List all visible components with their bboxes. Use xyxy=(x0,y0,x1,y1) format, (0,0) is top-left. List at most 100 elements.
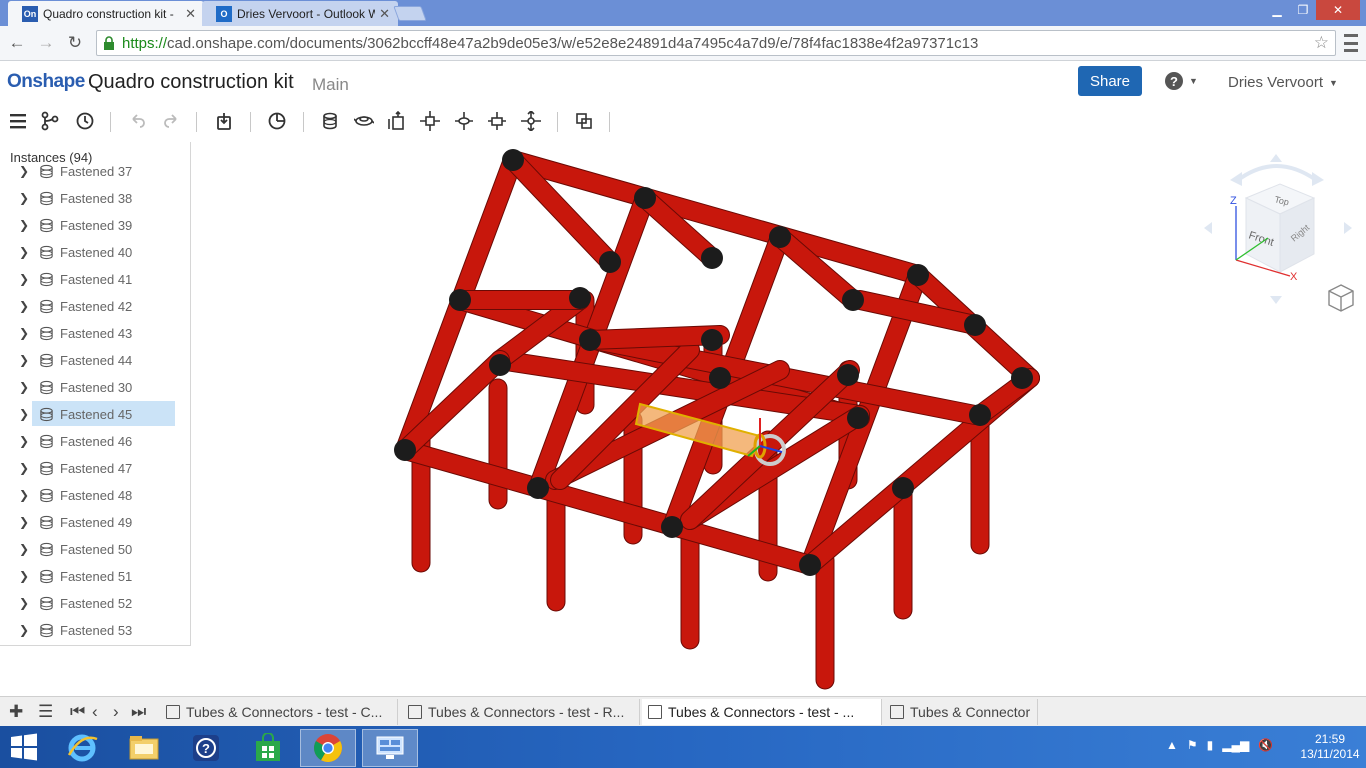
help-menu[interactable]: ? ▼ xyxy=(1165,72,1198,90)
windows-store-icon[interactable] xyxy=(240,729,296,767)
chevron-right-icon[interactable]: ❯ xyxy=(19,569,29,583)
chevron-right-icon[interactable]: ❯ xyxy=(19,542,29,556)
tab-list-icon[interactable]: ☰ xyxy=(38,702,53,722)
history-icon[interactable] xyxy=(73,109,97,133)
chevron-right-icon[interactable]: ❯ xyxy=(19,515,29,529)
planar-mate-icon[interactable] xyxy=(418,109,442,133)
redo-icon[interactable] xyxy=(159,109,183,133)
instance-item[interactable]: ❯ Fastened 46 xyxy=(0,428,190,455)
instance-item[interactable]: ❯ Fastened 47 xyxy=(0,455,190,482)
chevron-right-icon[interactable]: ❯ xyxy=(19,461,29,475)
last-tab-icon[interactable]: ⏭ xyxy=(131,702,146,722)
connector[interactable] xyxy=(489,354,511,376)
close-tab-icon[interactable]: ✕ xyxy=(185,6,196,22)
forward-icon[interactable]: → xyxy=(36,33,56,53)
instance-item[interactable]: ❯ Fastened 42 xyxy=(0,293,190,320)
instance-item[interactable]: ❯ Fastened 49 xyxy=(0,509,190,536)
connector[interactable] xyxy=(709,367,731,389)
view-home-cube-icon[interactable] xyxy=(1326,282,1356,314)
url-input[interactable]: https://cad.onshape.com/documents/3062bc… xyxy=(96,30,1336,56)
instance-item[interactable]: ❯ Fastened 51 xyxy=(0,563,190,590)
connector[interactable] xyxy=(599,251,621,273)
chevron-right-icon[interactable]: ❯ xyxy=(19,299,29,313)
revolute-mate-icon[interactable] xyxy=(352,109,376,133)
feature-tree-icon[interactable] xyxy=(38,109,62,133)
help-support-icon[interactable]: ? xyxy=(178,729,234,767)
fastened-mate-icon[interactable] xyxy=(318,109,342,133)
chevron-right-icon[interactable]: ❯ xyxy=(19,272,29,286)
internet-explorer-icon[interactable] xyxy=(54,729,110,767)
windows-start-icon[interactable] xyxy=(8,732,40,762)
first-tab-icon[interactable]: ⏮ xyxy=(70,702,85,722)
chevron-right-icon[interactable]: ❯ xyxy=(19,407,29,421)
chevron-right-icon[interactable]: ❯ xyxy=(19,488,29,502)
onshape-logo[interactable]: Onshape xyxy=(7,71,85,93)
device-icon[interactable]: ▮ xyxy=(1207,738,1214,752)
instance-item[interactable]: ❯ Fastened 37 xyxy=(0,158,190,185)
connector[interactable] xyxy=(634,187,656,209)
bookmark-star-icon[interactable]: ☆ xyxy=(1314,33,1329,53)
pin-slot-mate-icon[interactable] xyxy=(485,109,509,133)
show-hidden-icons-icon[interactable]: ▲ xyxy=(1166,738,1178,752)
instance-item[interactable]: ❯ Fastened 43 xyxy=(0,320,190,347)
chevron-right-icon[interactable]: ❯ xyxy=(19,596,29,610)
instance-item[interactable]: ❯ Fastened 45 xyxy=(0,401,190,428)
connector[interactable] xyxy=(799,554,821,576)
connector[interactable] xyxy=(394,439,416,461)
connector[interactable] xyxy=(969,404,991,426)
doc-tab-2[interactable]: Tubes & Connectors - test - R... xyxy=(402,699,640,725)
connector[interactable] xyxy=(701,247,723,269)
connector[interactable] xyxy=(837,364,859,386)
chrome-taskbar-icon[interactable] xyxy=(300,729,356,767)
connector[interactable] xyxy=(449,289,471,311)
explode-icon[interactable] xyxy=(572,109,596,133)
instance-item[interactable]: ❯ Fastened 40 xyxy=(0,239,190,266)
cylindrical-mate-icon[interactable] xyxy=(452,109,476,133)
doc-tab-3[interactable]: Tubes & Connectors - test - ... xyxy=(642,699,882,725)
connector[interactable] xyxy=(579,329,601,351)
remote-desktop-icon[interactable] xyxy=(362,729,418,767)
chevron-right-icon[interactable]: ❯ xyxy=(19,353,29,367)
file-explorer-icon[interactable] xyxy=(116,729,172,767)
connector[interactable] xyxy=(527,477,549,499)
document-branch[interactable]: Main xyxy=(312,75,349,95)
prev-tab-icon[interactable]: ‹ xyxy=(92,702,98,722)
minimize-icon[interactable]: ▁ xyxy=(1264,0,1290,20)
back-icon[interactable]: ← xyxy=(7,33,27,53)
document-title[interactable]: Quadro construction kit xyxy=(88,71,294,94)
assembly-model[interactable] xyxy=(192,140,1366,696)
next-tab-icon[interactable]: › xyxy=(113,702,119,722)
instance-item[interactable]: ❯ Fastened 50 xyxy=(0,536,190,563)
chevron-right-icon[interactable]: ❯ xyxy=(19,380,29,394)
instance-item[interactable]: ❯ Fastened 30 xyxy=(0,374,190,401)
instance-item[interactable]: ❯ Fastened 44 xyxy=(0,347,190,374)
chevron-right-icon[interactable]: ❯ xyxy=(19,326,29,340)
chevron-right-icon[interactable]: ❯ xyxy=(19,245,29,259)
share-button[interactable]: Share xyxy=(1078,66,1142,96)
instance-item[interactable]: ❯ Fastened 38 xyxy=(0,185,190,212)
mate-connector-icon[interactable] xyxy=(265,109,289,133)
connector[interactable] xyxy=(769,226,791,248)
connector[interactable] xyxy=(569,287,591,309)
new-tab-button[interactable] xyxy=(393,6,427,21)
instance-item[interactable]: ❯ Fastened 52 xyxy=(0,590,190,617)
connector[interactable] xyxy=(847,407,869,429)
connector[interactable] xyxy=(1011,367,1033,389)
doc-tab-1[interactable]: Tubes & Connectors - test - C... xyxy=(160,699,398,725)
menu-icon[interactable] xyxy=(6,109,30,133)
slider-mate-icon[interactable] xyxy=(385,109,409,133)
action-center-flag-icon[interactable]: ⚑ xyxy=(1187,738,1198,752)
network-signal-icon[interactable]: ▂▄▆ xyxy=(1222,738,1249,752)
connector[interactable] xyxy=(842,289,864,311)
chevron-right-icon[interactable]: ❯ xyxy=(19,434,29,448)
taskbar-clock[interactable]: 21:59 13/11/2014 xyxy=(1300,732,1360,762)
instance-item[interactable]: ❯ Fastened 41 xyxy=(0,266,190,293)
connector[interactable] xyxy=(502,149,524,171)
connector[interactable] xyxy=(661,516,683,538)
instance-item[interactable]: ❯ Fastened 39 xyxy=(0,212,190,239)
close-window-icon[interactable]: ✕ xyxy=(1316,0,1360,20)
volume-muted-icon[interactable]: 🔇 xyxy=(1258,738,1273,752)
chevron-right-icon[interactable]: ❯ xyxy=(19,164,29,178)
doc-tab-4[interactable]: Tubes & Connector xyxy=(884,699,1038,725)
connector[interactable] xyxy=(964,314,986,336)
